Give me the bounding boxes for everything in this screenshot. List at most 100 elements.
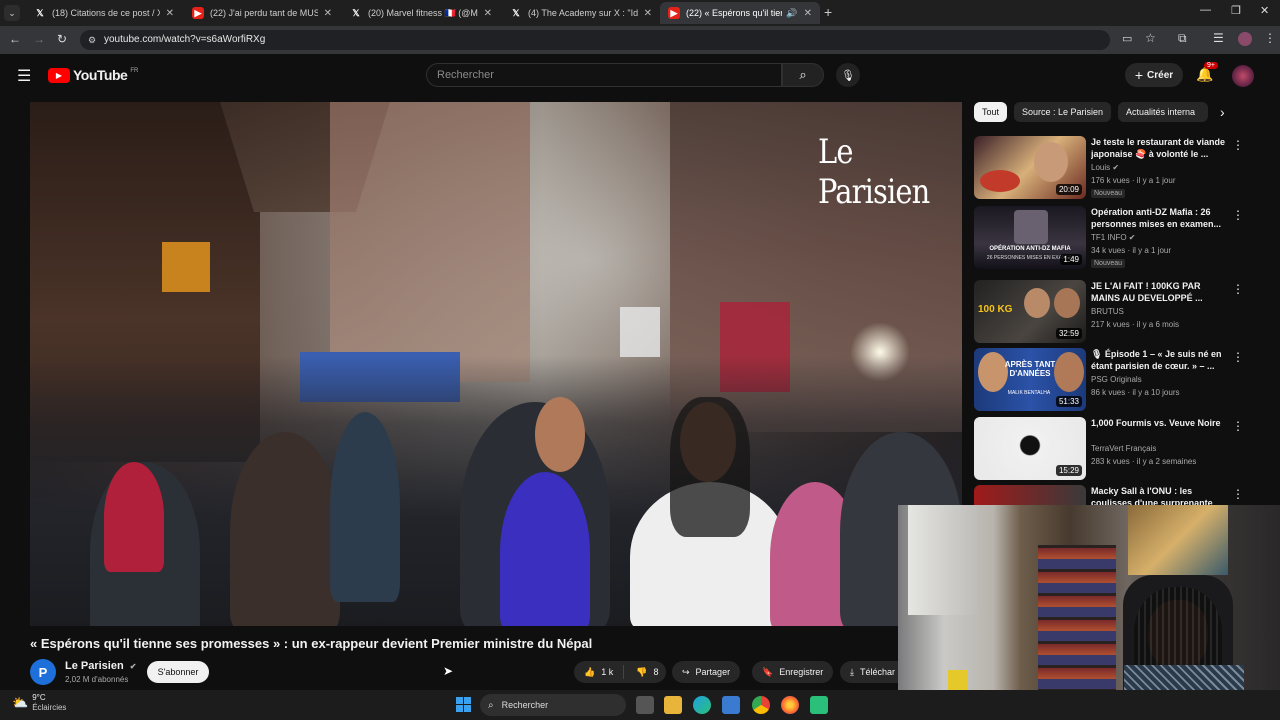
chrome-icon[interactable] xyxy=(752,696,770,714)
hamburger-menu-icon[interactable]: ☰ xyxy=(17,66,31,86)
account-avatar[interactable] xyxy=(1232,65,1254,87)
youtube-icon: ▶ xyxy=(668,7,680,19)
recommended-channel[interactable]: PSG Originals xyxy=(1091,375,1142,384)
firefox-icon[interactable] xyxy=(781,696,799,714)
browser-tab-2[interactable]: ▶ (22) J'ai perdu tant de MUSCLE ✕ xyxy=(184,2,340,24)
recommended-channel-text: Louis xyxy=(1091,163,1111,172)
new-tab-button[interactable]: + xyxy=(824,4,832,20)
subscribe-button[interactable]: S'abonner xyxy=(147,661,209,683)
voice-search-button[interactable]: 🎙 xyxy=(836,63,860,87)
video-frame-person xyxy=(104,462,164,572)
x-logo-icon: 𝕏 xyxy=(352,7,360,18)
like-button[interactable]: 👍 1 k xyxy=(574,665,625,679)
recommended-video[interactable]: APRÈS TANT D'ANNÉES MALIK BENTALHA 51:33… xyxy=(974,348,1274,412)
save-button[interactable]: 🔖 Enregistrer xyxy=(752,661,834,683)
webcam-bookshelf xyxy=(1038,545,1116,690)
tab-search-icon[interactable]: ☰ xyxy=(1213,31,1224,45)
file-explorer-icon[interactable] xyxy=(664,696,682,714)
chevron-right-icon[interactable]: › xyxy=(1220,104,1225,120)
le-parisien-watermark: Le Parisien xyxy=(818,132,930,212)
webcam-bottle xyxy=(948,670,968,690)
notifications-button[interactable]: 🔔 9+ xyxy=(1196,62,1218,84)
youtube-logo[interactable]: ▶ YouTube FR xyxy=(48,67,138,83)
recommended-channel[interactable]: Louis ✔ xyxy=(1091,163,1119,172)
back-arrow-icon[interactable]: ← xyxy=(9,32,21,46)
recommended-channel[interactable]: TerraVert Français xyxy=(1091,444,1156,453)
dislike-button[interactable]: 👎 8 xyxy=(630,667,664,678)
recommended-video[interactable]: Macky Sall à l'ONU : les coulisses d'une… xyxy=(974,485,1274,505)
search-input[interactable]: Rechercher xyxy=(426,63,782,87)
minimize-window-icon[interactable]: — xyxy=(1200,4,1211,16)
address-bar[interactable]: ⚙ youtube.com/watch?v=s6aWorfiRXg xyxy=(80,30,1110,50)
video-player[interactable]: Le Parisien xyxy=(30,102,962,626)
profile-avatar-icon[interactable] xyxy=(1238,32,1252,46)
thumbs-up-icon: 👍 xyxy=(584,666,596,677)
create-button[interactable]: + Créer xyxy=(1125,63,1183,87)
chip-all[interactable]: Tout xyxy=(974,102,1008,122)
speaker-icon[interactable]: 🔊 xyxy=(786,8,797,19)
recommended-channel[interactable]: BRUTUS xyxy=(1091,307,1124,316)
close-tab-icon[interactable]: ✕ xyxy=(166,8,174,19)
download-button[interactable]: ⤓ Téléchar xyxy=(840,661,900,683)
channel-name[interactable]: Le Parisien ✔ xyxy=(65,660,136,672)
close-tab-icon[interactable]: ✕ xyxy=(324,8,332,19)
video-thumbnail[interactable]: 100 KG 32:59 xyxy=(974,280,1086,343)
more-options-icon[interactable]: ⋮ xyxy=(1232,208,1244,222)
extensions-icon[interactable]: ⧉ xyxy=(1178,31,1187,46)
browser-menu-icon[interactable]: ⋮ xyxy=(1264,31,1276,45)
share-button[interactable]: ↪ Partager xyxy=(672,661,741,683)
site-info-icon[interactable]: ⚙ xyxy=(88,30,96,50)
taskbar-search[interactable]: ⌕ Rechercher xyxy=(480,694,626,716)
app-icon[interactable] xyxy=(810,696,828,714)
search-icon: ⌕ xyxy=(799,67,807,82)
chip-source[interactable]: Source : Le Parisien xyxy=(1014,102,1112,122)
restore-window-icon[interactable]: ❐ xyxy=(1231,4,1241,17)
browser-tab-4[interactable]: 𝕏 (4) The Academy sur X : "Idols I ✕ xyxy=(502,2,660,24)
tab-list-dropdown-button[interactable]: ⌄ xyxy=(4,5,20,21)
more-options-icon[interactable]: ⋮ xyxy=(1232,350,1244,364)
video-thumbnail[interactable]: ✱ 15:29 xyxy=(974,417,1086,480)
download-icon: ⤓ xyxy=(850,666,854,677)
task-view-icon[interactable] xyxy=(636,696,654,714)
video-thumbnail[interactable]: APRÈS TANT D'ANNÉES MALIK BENTALHA 51:33 xyxy=(974,348,1086,411)
video-duration: 32:59 xyxy=(1055,328,1082,339)
dislike-count: 8 xyxy=(653,667,659,677)
recommended-video[interactable]: OPÉRATION ANTI-DZ MAFIA 26 PERSONNES MIS… xyxy=(974,206,1274,270)
search-button[interactable]: ⌕ xyxy=(782,63,824,87)
forward-arrow-icon[interactable]: → xyxy=(33,32,45,46)
browser-tab-1[interactable]: 𝕏 (18) Citations de ce post / X ✕ xyxy=(26,2,182,24)
video-frame-face xyxy=(535,397,585,472)
more-options-icon[interactable]: ⋮ xyxy=(1232,419,1244,433)
video-duration: 1:49 xyxy=(1060,254,1082,265)
close-tab-icon[interactable]: ✕ xyxy=(804,8,812,19)
more-options-icon[interactable]: ⋮ xyxy=(1232,138,1244,152)
bookmark-star-icon[interactable]: ☆ xyxy=(1145,31,1156,45)
close-tab-icon[interactable]: ✕ xyxy=(484,8,492,19)
recommended-video[interactable]: ✱ 15:29 1,000 Fourmis vs. Veuve Noire Te… xyxy=(974,417,1274,481)
video-thumbnail[interactable]: OPÉRATION ANTI-DZ MAFIA 26 PERSONNES MIS… xyxy=(974,206,1086,269)
more-options-icon[interactable]: ⋮ xyxy=(1232,487,1244,501)
close-window-icon[interactable]: ✕ xyxy=(1260,4,1269,17)
thumbnail-spider: ✱ xyxy=(1020,432,1040,457)
video-duration: 20:09 xyxy=(1055,184,1082,195)
video-frame-person xyxy=(500,472,590,626)
close-tab-icon[interactable]: ✕ xyxy=(644,8,652,19)
channel-avatar[interactable]: P xyxy=(30,659,56,685)
browser-tab-3[interactable]: 𝕏 (20) Marvel fitness 🇫🇷 (@Marvel ✕ xyxy=(342,2,500,24)
browser-tab-5-active[interactable]: ▶ (22) « Espérons qu'il tienne 🔊 ✕ xyxy=(660,2,820,24)
recommended-channel[interactable]: TF1 INFO ✔ xyxy=(1091,233,1136,242)
video-frame-hair xyxy=(670,397,750,537)
microsoft-store-icon[interactable] xyxy=(722,696,740,714)
reload-icon[interactable]: ↻ xyxy=(57,32,67,46)
video-thumbnail[interactable]: 20:09 xyxy=(974,136,1086,199)
thumbs-down-icon: 👎 xyxy=(636,666,648,677)
recommended-video[interactable]: 100 KG 32:59 JE L'AI FAIT ! 100KG PAR MA… xyxy=(974,280,1274,344)
edge-browser-icon[interactable] xyxy=(693,696,711,714)
more-options-icon[interactable]: ⋮ xyxy=(1232,282,1244,296)
cast-icon[interactable]: ▭ xyxy=(1122,32,1132,45)
recommended-video[interactable]: 20:09 Je teste le restaurant de viande j… xyxy=(974,136,1274,200)
video-thumbnail[interactable] xyxy=(974,485,1086,505)
windows-start-icon[interactable] xyxy=(456,697,471,712)
weather-widget[interactable]: ⛅ 9°C Éclaircies xyxy=(12,693,66,713)
chip-international-news[interactable]: Actualités interna xyxy=(1118,102,1208,122)
